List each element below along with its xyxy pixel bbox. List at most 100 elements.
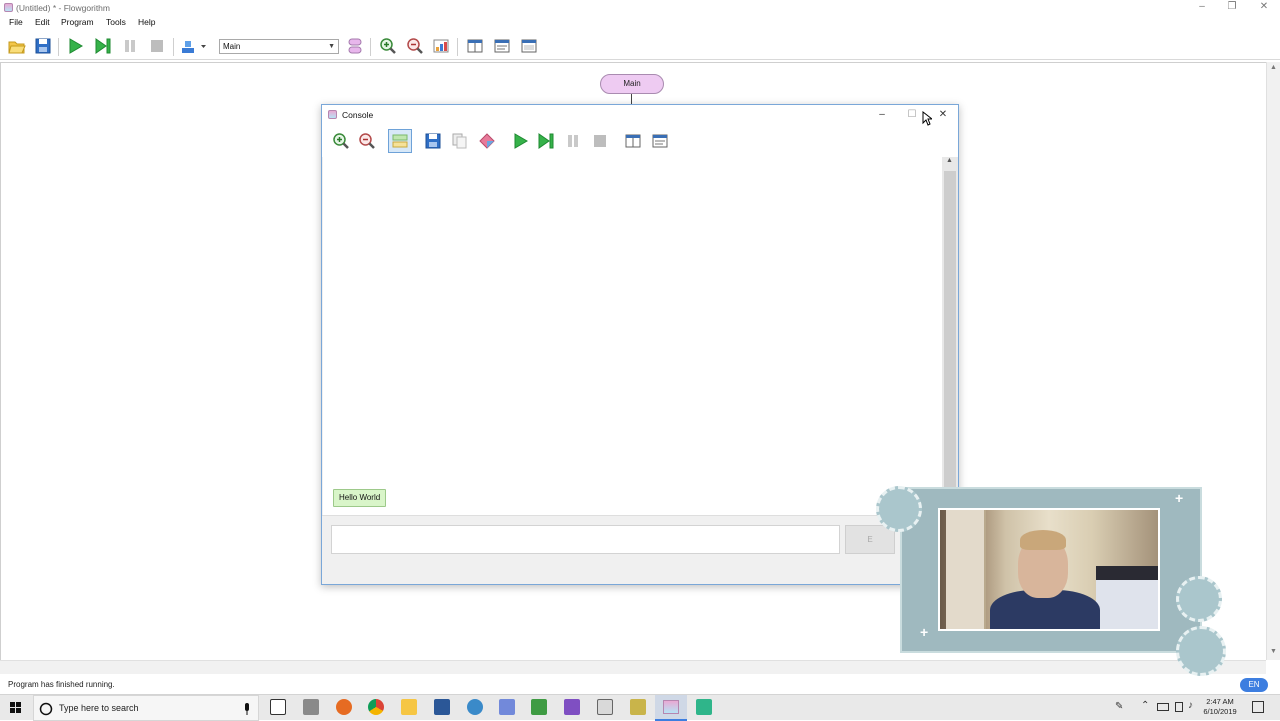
- console-pause-icon[interactable]: [564, 132, 582, 150]
- console-variable-watch-icon[interactable]: [624, 132, 642, 150]
- open-icon[interactable]: [8, 37, 26, 55]
- task-view-icon[interactable]: [270, 699, 286, 715]
- status-message: Program has finished running.: [8, 680, 115, 689]
- video-bed: [1096, 566, 1158, 629]
- document-icon[interactable]: [597, 699, 613, 715]
- pen-icon[interactable]: ✎: [1115, 701, 1123, 712]
- toolbar-separator: [370, 38, 371, 56]
- chrome-icon[interactable]: [368, 699, 384, 715]
- chart-icon[interactable]: [432, 37, 450, 55]
- console-output-area: [323, 157, 942, 515]
- console-icon[interactable]: [493, 37, 511, 55]
- scroll-down-icon[interactable]: ▼: [1270, 648, 1277, 655]
- chevron-up-icon[interactable]: ⌃: [1141, 700, 1149, 711]
- console-stop-icon[interactable]: [591, 132, 609, 150]
- maximize-button[interactable]: ❐: [1216, 0, 1248, 16]
- volume-icon[interactable]: ♪: [1188, 700, 1193, 711]
- layout-icon[interactable]: [180, 37, 208, 55]
- word-icon[interactable]: [434, 699, 450, 715]
- eraser-icon[interactable]: [478, 132, 496, 150]
- console-run-icon[interactable]: [511, 132, 529, 150]
- console-window[interactable]: Console – ☐ ✕ ▲ Hello World E: [321, 104, 959, 585]
- save-icon[interactable]: [34, 37, 52, 55]
- console-save-icon[interactable]: [424, 132, 442, 150]
- toolbar-separator: [457, 38, 458, 56]
- gear-icon: [1176, 576, 1222, 622]
- toolbar-separator: [58, 38, 59, 56]
- clock-time: 2:47 AM: [1206, 697, 1234, 706]
- pause-icon[interactable]: [121, 37, 139, 55]
- video-door: [946, 510, 986, 629]
- run-icon[interactable]: [66, 37, 84, 55]
- zoom-out-icon[interactable]: [406, 37, 424, 55]
- windows-start-icon[interactable]: [0, 695, 32, 721]
- menu-file[interactable]: File: [9, 17, 23, 27]
- notification-icon[interactable]: [1252, 701, 1264, 713]
- microphone-icon[interactable]: [242, 702, 252, 716]
- mouse-cursor-icon: [922, 111, 932, 126]
- paint-icon[interactable]: [630, 699, 646, 715]
- app-taskbar-icon[interactable]: [303, 699, 319, 715]
- menu-bar: File Edit Program Tools Help: [0, 16, 1280, 30]
- console-zoom-in-icon[interactable]: [332, 132, 350, 150]
- plus-icon: +: [920, 624, 929, 640]
- function-select[interactable]: Main ▼: [219, 39, 339, 54]
- taskbar: Type here to search ✎ ⌃ ♪ 2:47 AM 6/10/2…: [0, 694, 1280, 721]
- menu-tools[interactable]: Tools: [106, 17, 126, 27]
- file-explorer-icon[interactable]: [401, 699, 417, 715]
- stop-icon[interactable]: [148, 37, 166, 55]
- visual-studio-icon[interactable]: [564, 699, 580, 715]
- console-scrollbar[interactable]: ▲: [942, 157, 958, 515]
- app-taskbar-icon[interactable]: [696, 699, 712, 715]
- chat-view-icon[interactable]: [388, 129, 412, 153]
- flowgorithm-taskbar-item[interactable]: [655, 695, 687, 721]
- variable-watch-icon[interactable]: [466, 37, 484, 55]
- window-title: (Untitled) * - Flowgorithm: [16, 3, 110, 13]
- console-zoom-out-icon[interactable]: [358, 132, 376, 150]
- network-icon[interactable]: [1175, 702, 1183, 712]
- canvas-vertical-scrollbar[interactable]: ▲ ▼: [1266, 62, 1280, 660]
- language-indicator[interactable]: EN: [1240, 678, 1268, 692]
- notepad-plus-icon[interactable]: [531, 699, 547, 715]
- main-start-shape[interactable]: Main: [600, 74, 664, 94]
- console-input[interactable]: [331, 525, 840, 554]
- main-toolbar: Main ▼: [0, 34, 1280, 60]
- flowgorithm-icon: [663, 700, 679, 714]
- webcam-video: [938, 508, 1160, 631]
- taskbar-search[interactable]: Type here to search: [33, 695, 259, 721]
- scroll-up-icon[interactable]: ▲: [1270, 64, 1277, 71]
- app-taskbar-icon[interactable]: [467, 699, 483, 715]
- toolbar-separator: [173, 38, 174, 56]
- taskbar-clock[interactable]: 2:47 AM 6/10/2019: [1196, 697, 1244, 717]
- discord-icon[interactable]: [499, 699, 515, 715]
- console-step-icon[interactable]: [537, 132, 555, 150]
- step-icon[interactable]: [94, 37, 112, 55]
- console-close-button[interactable]: ✕: [933, 107, 953, 123]
- copy-icon[interactable]: [451, 132, 469, 150]
- scroll-up-icon[interactable]: ▲: [946, 157, 953, 164]
- functions-icon[interactable]: [346, 37, 364, 55]
- console-toolbar: [322, 125, 958, 157]
- chevron-down-icon: ▼: [328, 43, 335, 50]
- gear-icon: [1176, 626, 1226, 676]
- title-bar: (Untitled) * - Flowgorithm – ❐ ✕: [0, 0, 1280, 16]
- menu-help[interactable]: Help: [138, 17, 155, 27]
- minimize-button[interactable]: –: [1186, 0, 1218, 16]
- zoom-in-icon[interactable]: [379, 37, 397, 55]
- scrollbar-thumb[interactable]: [944, 171, 956, 511]
- flowgorithm-app-icon: [4, 3, 13, 12]
- menu-edit[interactable]: Edit: [35, 17, 50, 27]
- console-minimize-button[interactable]: –: [872, 107, 892, 123]
- console-app-icon: [328, 110, 337, 119]
- clock-date: 6/10/2019: [1203, 707, 1237, 716]
- console-title-bar[interactable]: Console – ☐ ✕: [322, 105, 958, 125]
- cortana-icon: [39, 702, 53, 716]
- console-source-icon[interactable]: [651, 132, 669, 150]
- battery-icon[interactable]: [1157, 703, 1169, 711]
- source-view-icon[interactable]: [520, 37, 538, 55]
- console-maximize-button[interactable]: ☐: [902, 107, 922, 123]
- firefox-icon[interactable]: [336, 699, 352, 715]
- menu-program[interactable]: Program: [61, 17, 94, 27]
- close-button[interactable]: ✕: [1248, 0, 1280, 16]
- function-select-value: Main: [223, 42, 241, 51]
